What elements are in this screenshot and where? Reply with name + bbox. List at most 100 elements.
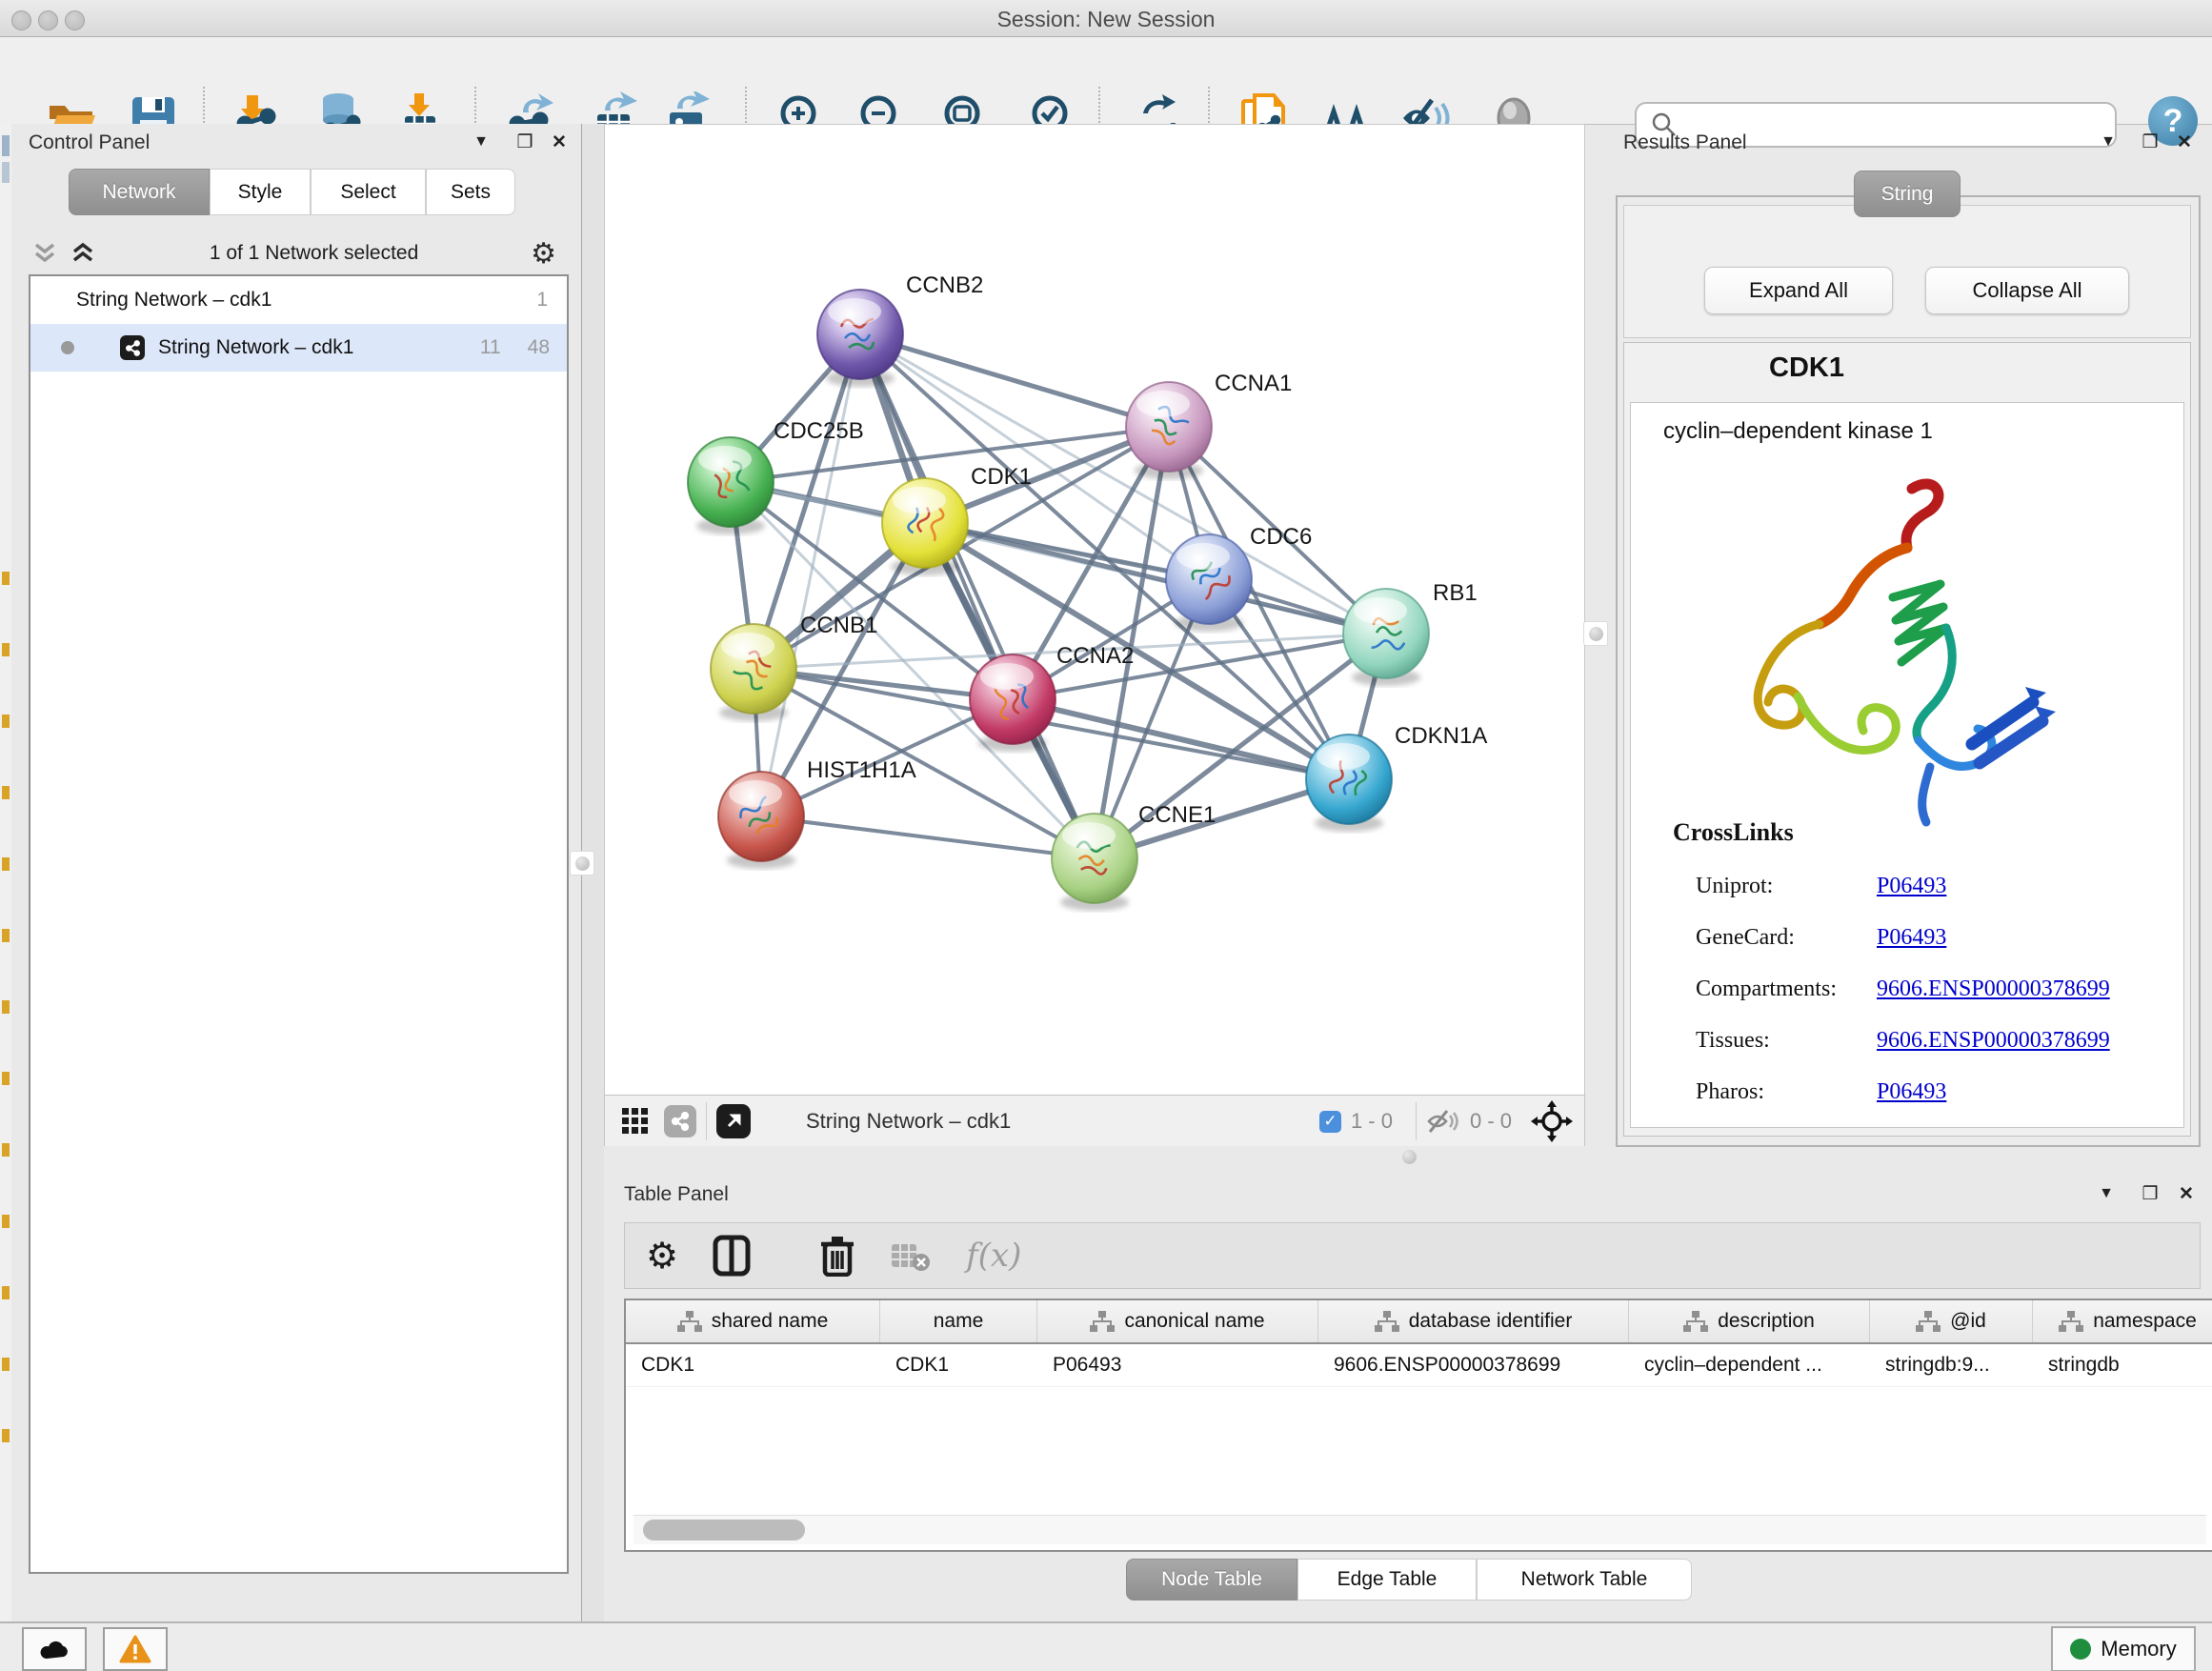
show-columns-icon[interactable] <box>713 1235 751 1277</box>
tab-node-table[interactable]: Node Table <box>1126 1559 1297 1601</box>
window-title: Session: New Session <box>0 7 2212 32</box>
fit-selected-crosshair-icon[interactable] <box>1531 1100 1573 1142</box>
crosslink-link[interactable]: P06493 <box>1877 925 1946 951</box>
network-view-title: String Network – cdk1 <box>806 1109 1011 1134</box>
column-header-description[interactable]: description <box>1629 1300 1870 1342</box>
results-actions-box: Expand All Collapse All <box>1623 205 2191 338</box>
left-splitter[interactable] <box>581 124 605 1621</box>
left-splitter-handle[interactable] <box>570 851 594 876</box>
crosslink-label: Uniprot: <box>1696 874 1877 899</box>
application-window: Session: New Session <box>0 0 2212 1671</box>
right-splitter-handle[interactable] <box>1583 621 1608 646</box>
edge-mark <box>2 1072 10 1085</box>
cloud-icon <box>38 1638 70 1661</box>
control-panel: Control Panel ▼ ❐ ✕ NetworkStyleSelectSe… <box>11 124 581 1621</box>
gene-description: cyclin–dependent kinase 1 <box>1663 418 1933 445</box>
tab-edge-table[interactable]: Edge Table <box>1297 1559 1477 1601</box>
memory-button[interactable]: Memory <box>2051 1626 2196 1671</box>
column-header-name[interactable]: name <box>880 1300 1037 1342</box>
hierarchy-icon <box>1683 1310 1708 1333</box>
network-node-CCNE1[interactable]: CCNE1 <box>1052 802 1216 911</box>
results-panel-close-icon[interactable]: ✕ <box>2170 131 2199 153</box>
string-style-icon[interactable] <box>664 1105 696 1137</box>
footer-separator <box>706 1102 707 1140</box>
network-node-CDKN1A[interactable]: CDKN1A <box>1306 723 1487 832</box>
column-header--id[interactable]: @id <box>1870 1300 2033 1342</box>
crosslinks-heading: CrossLinks <box>1673 818 1794 847</box>
network-edge-CCNA2-CDKN1A[interactable] <box>1013 699 1349 779</box>
network-collection-row[interactable]: String Network – cdk1 1 <box>30 276 567 324</box>
column-header-canonical-name[interactable]: canonical name <box>1037 1300 1318 1342</box>
collapse-all-button[interactable]: Collapse All <box>1925 267 2129 314</box>
network-row-selected[interactable]: String Network – cdk1 11 48 <box>30 324 567 372</box>
node-highlight <box>1354 597 1407 624</box>
results-panel-float-icon[interactable]: ❐ <box>2136 131 2164 153</box>
function-builder-icon-disabled: f(x) <box>966 1237 1021 1275</box>
bottom-splitter-handle[interactable] <box>1402 1150 1417 1164</box>
table-panel-float-icon[interactable]: ❐ <box>2136 1183 2164 1205</box>
table-settings-gear-icon[interactable]: ⚙ <box>646 1235 678 1278</box>
open-in-browser-icon[interactable] <box>716 1104 751 1138</box>
results-panel: Results Panel ▼ ❐ ✕ String Expand All Co… <box>1610 124 2212 1148</box>
table-header-row: shared namenamecanonical name database id… <box>626 1300 2212 1344</box>
edge-mark <box>2 1143 10 1157</box>
column-label: @id <box>1950 1310 1986 1333</box>
results-panel-menu-icon[interactable]: ▼ <box>2094 133 2122 151</box>
network-edge-CDK1-RB1[interactable] <box>925 523 1386 634</box>
crosslink-link[interactable]: P06493 <box>1877 874 1946 899</box>
table-row[interactable]: CDK1CDK1P064939606.ENSP00000378699cyclin… <box>626 1344 2212 1387</box>
node-label-CCNB2: CCNB2 <box>906 272 983 298</box>
tab-sets[interactable]: Sets <box>426 169 515 215</box>
scrollbar-thumb[interactable] <box>643 1520 805 1540</box>
hidden-eye-slash-icon[interactable] <box>1426 1108 1460 1135</box>
table-panel-menu-icon[interactable]: ▼ <box>2092 1185 2121 1202</box>
table-tabs: Node TableEdge TableNetwork Table <box>1126 1559 1692 1601</box>
memory-label: Memory <box>2101 1637 2176 1661</box>
control-panel-float-icon[interactable]: ❐ <box>511 131 539 153</box>
delete-column-trash-icon[interactable] <box>819 1235 855 1277</box>
control-panel-close-icon[interactable]: ✕ <box>545 131 573 153</box>
birds-eye-grid-icon[interactable] <box>620 1106 651 1137</box>
warnings-button[interactable] <box>103 1627 168 1671</box>
table-cell: P06493 <box>1037 1344 1318 1386</box>
expand-all-chevron-icon[interactable] <box>69 241 97 266</box>
column-label: description <box>1718 1310 1815 1333</box>
column-header-namespace[interactable]: namespace <box>2033 1300 2212 1342</box>
network-node-CCNB1[interactable]: CCNB1 <box>711 613 877 721</box>
table-cell: stringdb <box>2033 1344 2212 1386</box>
tab-style[interactable]: Style <box>210 169 311 215</box>
table-panel-close-icon[interactable]: ✕ <box>2172 1183 2201 1205</box>
tab-network[interactable]: Network <box>69 169 210 215</box>
node-label-CDKN1A: CDKN1A <box>1395 723 1487 749</box>
control-panel-tabs: NetworkStyleSelectSets <box>69 169 515 215</box>
network-canvas[interactable]: CCNB2CCNA1CDC25BCDK1CDC6RB1CCNB1CCNA2CDK… <box>604 124 1585 1097</box>
cloud-status-button[interactable] <box>22 1627 87 1671</box>
crosslink-link[interactable]: P06493 <box>1877 1079 1946 1105</box>
crosslink-link[interactable]: 9606.ENSP00000378699 <box>1877 976 2110 1002</box>
node-highlight <box>729 780 782 807</box>
network-edge-CCNB2-HIST1H1A[interactable] <box>761 334 860 816</box>
table-horizontal-scrollbar[interactable] <box>633 1515 2206 1544</box>
collapse-all-chevron-icon[interactable] <box>30 241 59 266</box>
bottom-splitter[interactable] <box>604 1146 2212 1168</box>
tab-network-table[interactable]: Network Table <box>1477 1559 1692 1601</box>
node-highlight <box>1317 743 1370 770</box>
network-options-gear-icon[interactable]: ⚙ <box>531 237 556 271</box>
crosslink-link[interactable]: 9606.ENSP00000378699 <box>1877 1028 2110 1054</box>
selected-checkbox-icon[interactable]: ✓ <box>1319 1111 1341 1133</box>
network-label: String Network – cdk1 <box>158 336 353 359</box>
column-header-database-identifier[interactable]: database identifier <box>1318 1300 1629 1342</box>
column-header-shared-name[interactable]: shared name <box>626 1300 880 1342</box>
network-edge-CCNB2-CCNA1[interactable] <box>860 334 1169 427</box>
tab-string[interactable]: String <box>1854 171 1961 217</box>
table-cell: CDK1 <box>880 1344 1037 1386</box>
network-node-HIST1H1A[interactable]: HIST1H1A <box>718 757 916 869</box>
network-edge-HIST1H1A-CCNE1[interactable] <box>761 816 1095 858</box>
control-panel-menu-icon[interactable]: ▼ <box>467 133 495 151</box>
network-view-toolbar: String Network – cdk1 ✓ 1 - 0 0 - 0 <box>604 1095 1585 1148</box>
edge-mark <box>2 1358 10 1371</box>
tab-select[interactable]: Select <box>311 169 426 215</box>
column-label: database identifier <box>1409 1310 1573 1333</box>
network-node-RB1[interactable]: RB1 <box>1343 580 1478 686</box>
expand-all-button[interactable]: Expand All <box>1704 267 1893 314</box>
